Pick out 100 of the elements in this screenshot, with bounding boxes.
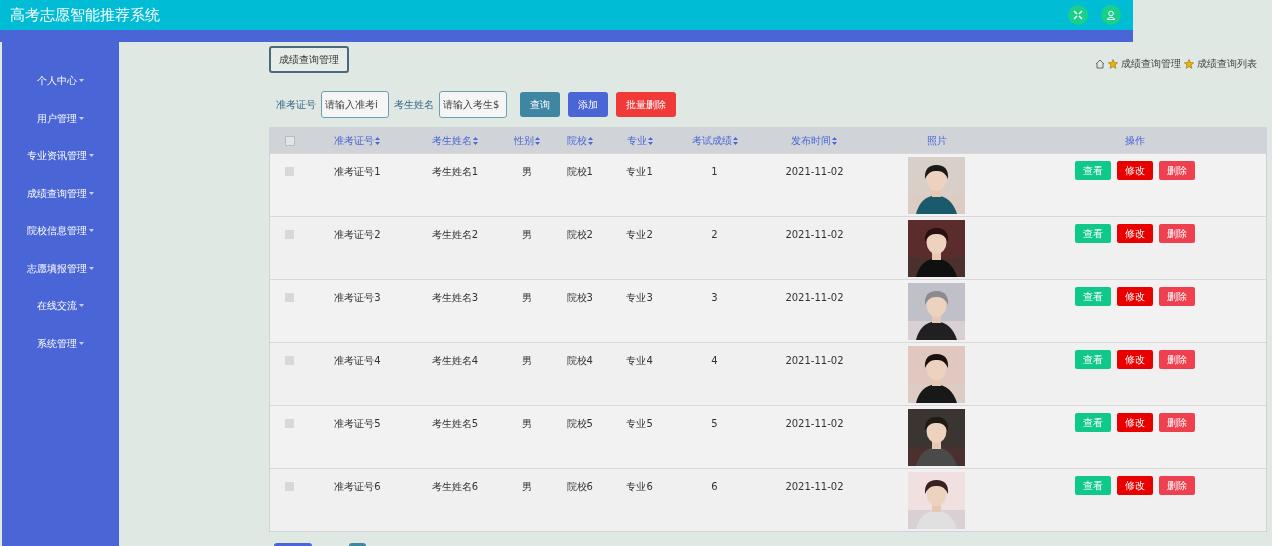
table-cell-text: 2021-11-02 bbox=[785, 228, 844, 242]
fullscreen-icon[interactable] bbox=[1068, 5, 1088, 25]
table-cell-text: 男 bbox=[522, 480, 533, 494]
table-cell-text: 考生姓名6 bbox=[431, 480, 478, 494]
search-field[interactable]: 请输入考生$ bbox=[439, 91, 507, 118]
action-button[interactable]: 查看 bbox=[1075, 224, 1112, 243]
column-header[interactable]: 院校 bbox=[566, 133, 587, 148]
action-button[interactable]: 查看 bbox=[1075, 161, 1112, 180]
column-header[interactable]: 性别 bbox=[514, 133, 535, 148]
sort-icon[interactable] bbox=[732, 136, 738, 145]
action-button[interactable]: 删除 bbox=[1159, 161, 1196, 180]
sort-icon[interactable] bbox=[587, 136, 593, 145]
app-title: 高考志愿智能推荐系统 bbox=[10, 4, 161, 26]
action-button[interactable]: 查看 bbox=[1075, 350, 1112, 369]
table-cell-text: 准考证号4 bbox=[334, 354, 381, 368]
table-cell-text: 准考证号5 bbox=[334, 417, 381, 431]
table-cell-text: 专业1 bbox=[626, 165, 653, 179]
column-header[interactable]: 照片 bbox=[926, 133, 947, 148]
page-tab[interactable]: 成绩查询管理 bbox=[269, 46, 349, 73]
table-cell-text: 专业2 bbox=[626, 228, 653, 242]
sidebar-item[interactable]: 志愿填报管理 bbox=[2, 249, 119, 287]
column-header[interactable]: 操作 bbox=[1125, 133, 1146, 148]
action-button[interactable]: 查看 bbox=[1075, 476, 1112, 495]
action-button[interactable]: 修改 bbox=[1117, 413, 1154, 432]
table-cell-text: 准考证号1 bbox=[334, 165, 381, 179]
table-cell-text: 专业4 bbox=[626, 354, 653, 368]
action-button[interactable]: 修改 bbox=[1117, 161, 1154, 180]
toolbar-button[interactable]: 添加 bbox=[568, 92, 608, 117]
action-button[interactable]: 修改 bbox=[1117, 224, 1154, 243]
star-icon bbox=[1108, 58, 1118, 69]
caret-icon bbox=[89, 266, 94, 270]
field-label: 准考证号 bbox=[276, 98, 316, 112]
column-header[interactable]: 考试成绩 bbox=[691, 133, 732, 148]
row-checkbox[interactable] bbox=[285, 293, 295, 302]
sidebar-item[interactable]: 成绩查询管理 bbox=[2, 174, 119, 212]
action-button[interactable]: 删除 bbox=[1159, 413, 1196, 432]
search-field[interactable]: 请输入准考i bbox=[321, 91, 389, 118]
action-button[interactable]: 删除 bbox=[1159, 350, 1196, 369]
column-header[interactable]: 考生姓名 bbox=[431, 133, 472, 148]
caret-icon bbox=[79, 341, 84, 345]
action-button[interactable]: 查看 bbox=[1075, 287, 1112, 306]
column-header[interactable]: 专业 bbox=[626, 133, 647, 148]
row-checkbox[interactable] bbox=[285, 167, 295, 176]
sort-icon[interactable] bbox=[472, 136, 478, 145]
sidebar-item[interactable]: 院校信息管理 bbox=[2, 212, 119, 250]
sidebar-item[interactable]: 专业资讯管理 bbox=[2, 137, 119, 175]
table-cell-text: 考生姓名4 bbox=[431, 354, 478, 368]
table-cell-text: 考生姓名2 bbox=[431, 228, 478, 242]
table-cell-text: 2 bbox=[711, 228, 718, 242]
sort-icon[interactable] bbox=[832, 136, 838, 145]
table-cell-text: 5 bbox=[711, 417, 718, 431]
column-header[interactable]: 准考证号 bbox=[334, 133, 375, 148]
table-cell-text: 3 bbox=[711, 291, 718, 305]
row-checkbox[interactable] bbox=[285, 482, 295, 491]
table-cell-text: 男 bbox=[522, 354, 533, 368]
table-cell-text: 准考证号6 bbox=[334, 480, 381, 494]
caret-icon bbox=[79, 116, 84, 120]
sidebar-item[interactable]: 在线交流 bbox=[2, 287, 119, 325]
breadcrumb-link[interactable]: 成绩查询列表 bbox=[1197, 56, 1257, 71]
table-cell-text: 男 bbox=[522, 291, 533, 305]
action-button[interactable]: 查看 bbox=[1075, 413, 1112, 432]
breadcrumb-link[interactable]: 成绩查询管理 bbox=[1121, 56, 1181, 71]
sidebar-item[interactable]: 系统管理 bbox=[2, 324, 119, 362]
table-cell-text: 专业3 bbox=[626, 291, 653, 305]
table-cell-text: 考生姓名1 bbox=[431, 165, 478, 179]
action-button[interactable]: 删除 bbox=[1159, 224, 1196, 243]
action-button[interactable]: 删除 bbox=[1159, 476, 1196, 495]
action-button[interactable]: 删除 bbox=[1159, 287, 1196, 306]
row-checkbox[interactable] bbox=[285, 356, 295, 365]
select-all-checkbox[interactable] bbox=[284, 135, 295, 146]
table-cell-text: 2021-11-02 bbox=[785, 354, 844, 368]
toolbar-button[interactable]: 批量删除 bbox=[616, 92, 676, 117]
table-cell-text: 考生姓名5 bbox=[431, 417, 478, 431]
caret-icon bbox=[89, 229, 94, 233]
sort-icon[interactable] bbox=[647, 136, 653, 145]
action-button[interactable]: 修改 bbox=[1117, 287, 1154, 306]
table-cell-text: 考生姓名3 bbox=[431, 291, 478, 305]
sort-icon[interactable] bbox=[535, 136, 541, 145]
caret-icon bbox=[79, 304, 84, 308]
table-cell-text: 2021-11-02 bbox=[785, 417, 844, 431]
table-cell-text: 2021-11-02 bbox=[785, 291, 844, 305]
table-cell-text: 院校6 bbox=[566, 480, 593, 494]
sidebar-item[interactable]: 个人中心 bbox=[2, 62, 119, 100]
table-cell-text: 专业5 bbox=[626, 417, 653, 431]
table-cell-text: 院校1 bbox=[566, 165, 593, 179]
action-button[interactable]: 修改 bbox=[1117, 476, 1154, 495]
column-header[interactable]: 发布时间 bbox=[791, 133, 832, 148]
row-checkbox[interactable] bbox=[285, 230, 295, 239]
row-checkbox[interactable] bbox=[285, 419, 295, 428]
star-icon bbox=[1184, 58, 1194, 69]
caret-icon bbox=[79, 79, 84, 83]
table-cell-text: 2021-11-02 bbox=[785, 165, 844, 179]
sidebar-item[interactable]: 用户管理 bbox=[2, 99, 119, 137]
home-icon[interactable] bbox=[1095, 58, 1105, 69]
user-icon[interactable] bbox=[1101, 5, 1121, 25]
table-cell-text: 院校2 bbox=[566, 228, 593, 242]
caret-icon bbox=[89, 191, 94, 195]
action-button[interactable]: 修改 bbox=[1117, 350, 1154, 369]
toolbar-button[interactable]: 查询 bbox=[520, 92, 560, 117]
sort-icon[interactable] bbox=[375, 136, 381, 145]
